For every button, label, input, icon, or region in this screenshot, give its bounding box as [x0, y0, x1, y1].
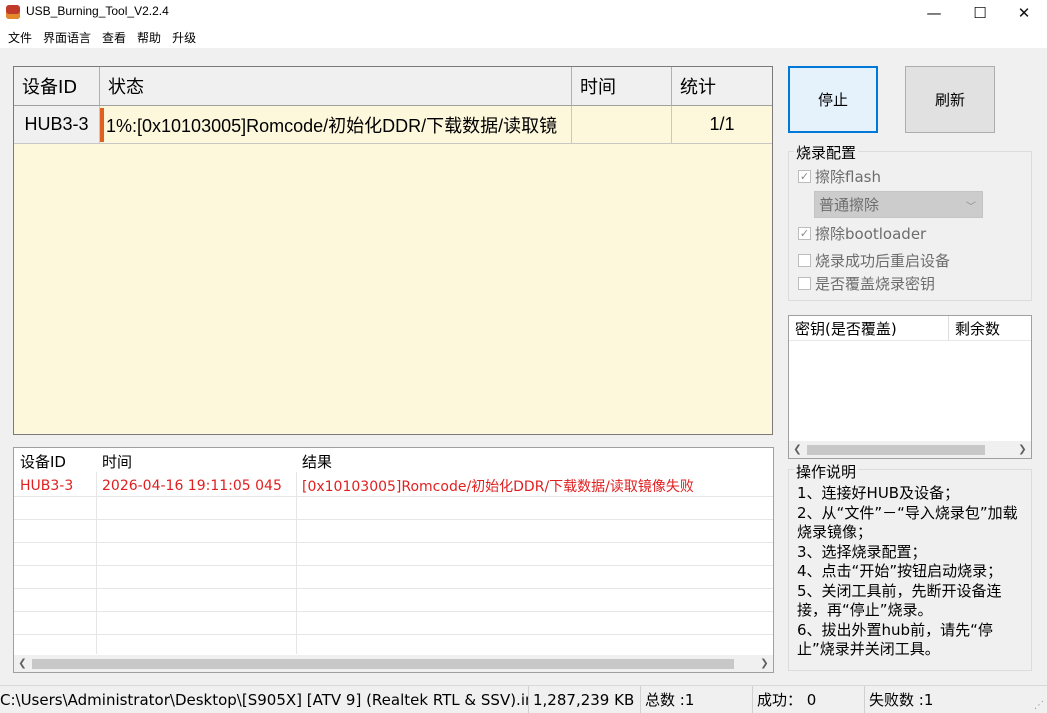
close-button[interactable]: ✕ [1001, 0, 1047, 26]
log-row [14, 497, 773, 520]
log-row [14, 543, 773, 566]
device-count-cell[interactable]: 1/1 [672, 106, 772, 144]
erase-bootloader-checkbox[interactable]: ✓ [798, 227, 811, 240]
key-col-remaining[interactable]: 剩余数 [949, 316, 1031, 341]
col-status[interactable]: 状态 [100, 67, 572, 106]
scroll-right-icon[interactable]: ❯ [1014, 441, 1031, 458]
log-row [14, 612, 773, 635]
log-row [14, 520, 773, 543]
instruction-line: 5、关闭工具前，先断开设备连接，再“停止”烧录。 [797, 581, 1002, 620]
scroll-right-icon[interactable]: ❯ [756, 655, 773, 672]
menu-view[interactable]: 查看 [98, 29, 130, 46]
window-title: USB_Burning_Tool_V2.2.4 [26, 4, 169, 18]
overwrite-key-label: 是否覆盖烧录密钥 [815, 275, 936, 293]
refresh-button[interactable]: 刷新 [905, 66, 995, 133]
minimize-button[interactable]: — [911, 0, 957, 26]
erase-bootloader-label: 擦除bootloader [815, 225, 927, 243]
log-horizontal-scrollbar[interactable]: ❮ ❯ [14, 655, 773, 672]
col-device-id[interactable]: 设备ID [14, 67, 100, 106]
key-horizontal-scrollbar[interactable]: ❮ ❯ [789, 441, 1031, 458]
menu-language[interactable]: 界面语言 [39, 29, 95, 46]
log-row[interactable]: HUB3-3 2026-04-16 19:11:05 045 [0x101030… [14, 474, 773, 497]
device-time-cell[interactable] [572, 106, 672, 144]
reboot-after-label: 烧录成功后重启设备 [815, 252, 951, 270]
scroll-left-icon[interactable]: ❮ [14, 655, 31, 672]
app-icon [6, 5, 20, 19]
log-row [14, 566, 773, 589]
erase-flash-option[interactable]: ✓ 擦除flash [798, 166, 881, 187]
device-grid: 设备ID 状态 时间 统计 HUB3-3 1%:[0x10103005]Romc… [13, 66, 773, 435]
log-row [14, 589, 773, 612]
erase-mode-value: 普通擦除 [819, 196, 880, 214]
log-result: [0x10103005]Romcode/初始化DDR/下载数据/读取镜像失败 [302, 478, 694, 495]
status-total: 总数 :1 [641, 686, 753, 713]
maximize-button[interactable]: ☐ [957, 0, 1003, 26]
status-bar: C:\Users\Administrator\Desktop\[S905X] [… [0, 685, 1047, 713]
instruction-line: 4、点击“开始”按钮启动烧录； [797, 562, 1003, 580]
col-time[interactable]: 时间 [572, 67, 672, 106]
device-id-cell[interactable]: HUB3-3 [14, 106, 100, 144]
menu-help[interactable]: 帮助 [133, 29, 165, 46]
erase-bootloader-option[interactable]: ✓ 擦除bootloader [798, 223, 926, 244]
log-scroll-thumb[interactable] [32, 659, 734, 669]
log-col-time[interactable]: 时间 [96, 448, 296, 472]
instruction-line: 2、从“文件”－“导入烧录包”加载烧录镜像； [797, 503, 1018, 542]
overwrite-key-option[interactable]: 是否覆盖烧录密钥 [798, 273, 935, 294]
instruction-line: 1、连接好HUB及设备； [797, 484, 960, 502]
chevron-down-icon: ﹀ [966, 202, 976, 213]
scroll-left-icon[interactable]: ❮ [789, 441, 806, 458]
instruction-line: 6、拔出外置hub前，请先“停止”烧录并关闭工具。 [797, 620, 993, 659]
overwrite-key-checkbox[interactable] [798, 277, 811, 290]
col-count[interactable]: 统计 [672, 67, 772, 106]
erase-flash-checkbox[interactable]: ✓ [798, 170, 811, 183]
status-success: 成功： 0 [753, 686, 865, 713]
key-table: 密钥(是否覆盖) 剩余数 ❮ ❯ [788, 315, 1032, 459]
erase-mode-select[interactable]: 普通擦除 ﹀ [814, 191, 983, 218]
device-status-text: 1%:[0x10103005]Romcode/初始化DDR/下载数据/读取镜 [106, 115, 558, 136]
resize-grip-icon[interactable]: ⋰ [1034, 700, 1044, 711]
status-failed: 失败数 :1 [869, 691, 934, 709]
log-col-result[interactable]: 结果 [296, 448, 756, 472]
reboot-after-option[interactable]: 烧录成功后重启设备 [798, 250, 950, 271]
instructions-title: 操作说明 [794, 461, 859, 482]
title-bar: USB_Burning_Tool_V2.2.4 — ☐ ✕ [0, 0, 1047, 26]
log-col-device-id[interactable]: 设备ID [14, 448, 96, 472]
menu-bar: 文件 界面语言 查看 帮助 升级 [0, 26, 1047, 48]
status-image-size: 1,287,239 KB [529, 686, 641, 713]
burn-config-title: 烧录配置 [794, 142, 859, 163]
device-status-cell[interactable]: 1%:[0x10103005]Romcode/初始化DDR/下载数据/读取镜 [100, 106, 572, 144]
status-image-path: C:\Users\Administrator\Desktop\[S905X] [… [0, 686, 529, 713]
key-col-name[interactable]: 密钥(是否覆盖) [789, 316, 949, 341]
progress-bar [100, 108, 104, 142]
reboot-after-checkbox[interactable] [798, 254, 811, 267]
erase-flash-label: 擦除flash [815, 168, 881, 186]
instruction-line: 3、选择烧录配置； [797, 542, 927, 561]
key-scroll-thumb[interactable] [807, 445, 985, 455]
stop-button[interactable]: 停止 [788, 66, 878, 133]
menu-file[interactable]: 文件 [4, 29, 36, 46]
log-table: 设备ID 时间 结果 HUB3-3 2026-04-16 19:11:05 04… [13, 447, 774, 673]
instructions-text: 1、连接好HUB及设备； 2、从“文件”－“导入烧录包”加载烧录镜像； 3、选择… [797, 484, 1027, 660]
menu-upgrade[interactable]: 升级 [168, 29, 200, 46]
log-time: 2026-04-16 19:11:05 045 [102, 477, 282, 494]
log-device-id: HUB3-3 [20, 477, 74, 494]
